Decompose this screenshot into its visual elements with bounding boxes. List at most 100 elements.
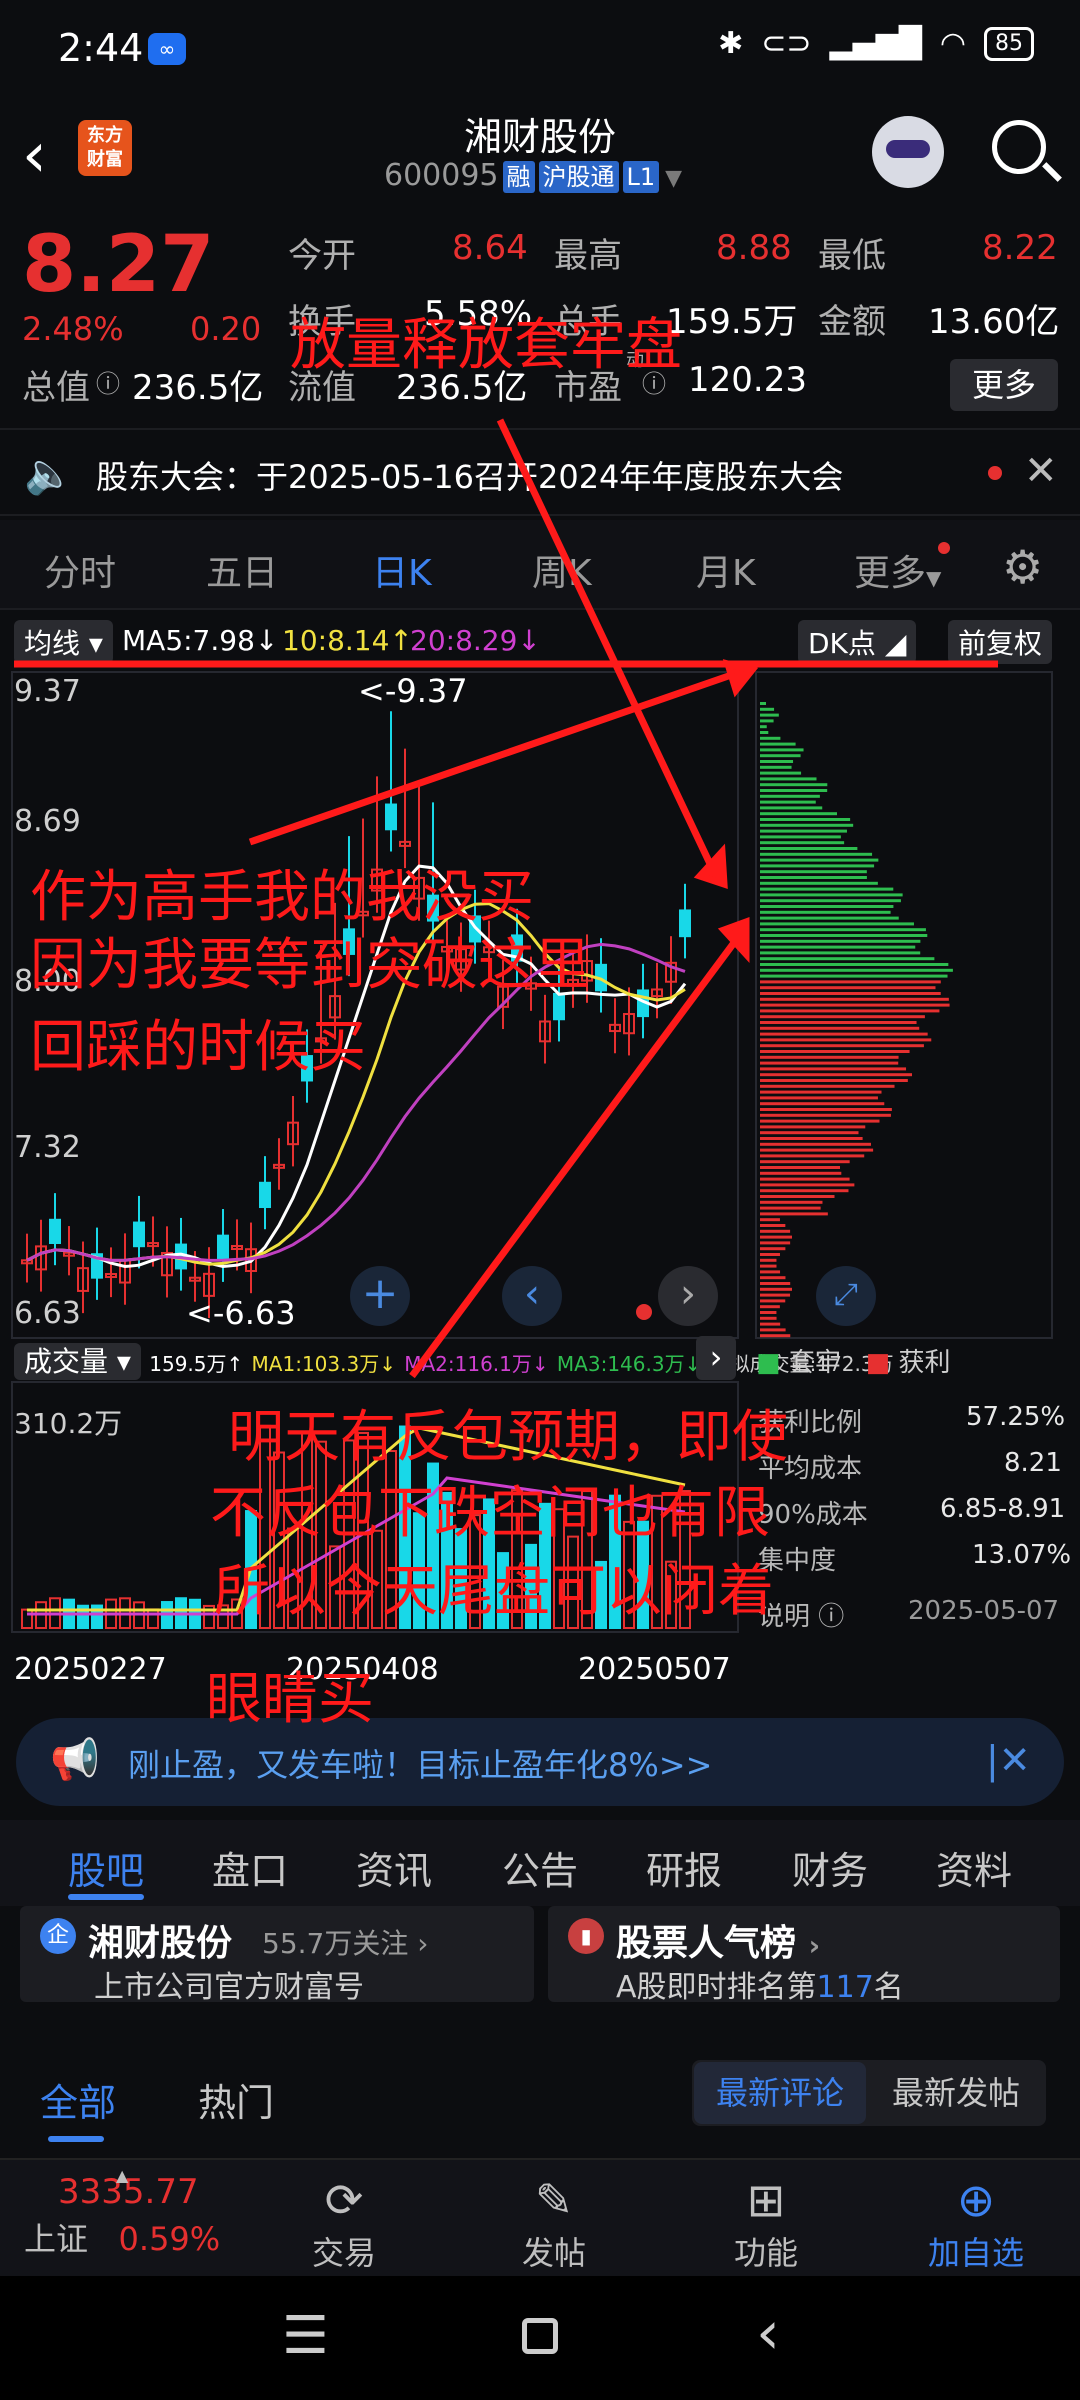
notice-bar[interactable]: 🔈 股东大会：于2025-05-16召开2024年年度股东大会 ✕ [0,428,1080,516]
index-ticker[interactable]: ▲ 3335.77 上证 0.59% [24,2166,220,2260]
chip-bar [760,1003,950,1007]
chip-bar [760,1125,866,1129]
chip-bar [760,1061,899,1065]
subtab-profile[interactable]: 资料 [936,1840,1012,1895]
nav-trade[interactable]: ⟳ 交易 [284,2172,404,2274]
menu-icon[interactable]: ☰ [282,2306,329,2366]
chip-bar [760,1287,792,1291]
chip-bar [760,1137,863,1140]
sort-latest-comment[interactable]: 最新评论 [694,2062,866,2124]
subtab-orderbook[interactable]: 盘口 [212,1840,288,1895]
sort-group: 最新评论 最新发帖 [692,2060,1046,2126]
nav-functions[interactable]: ⊞ 功能 [706,2172,826,2274]
expand-icon[interactable]: ⤢ [816,1266,876,1326]
adjust-button[interactable]: 前复权 [948,620,1053,664]
add-circle-icon: ⊕ [956,2173,996,2227]
tab-more[interactable]: 更多▼ [854,544,941,596]
chip-bar [760,1264,777,1268]
chip-bar [760,1044,924,1048]
chip-bar [760,968,953,972]
chip-bar [760,1102,885,1106]
chip-bar [760,980,941,984]
chip-bar [760,806,823,810]
chip-bar [760,1183,855,1187]
chip-bar [760,870,867,874]
vol-selector[interactable]: 成交量 ▾ [14,1343,141,1380]
official-account-card[interactable]: 企 湘财股份 55.7万关注 › 上市公司官方财富号 [20,1906,534,2005]
speaker-icon: 🔈 [24,451,74,497]
wifi-icon: ◠ [939,26,966,61]
scroll-left-icon[interactable]: ‹ [502,1266,562,1326]
banner-close-icon[interactable]: |✕ [986,1738,1031,1782]
subtab-finance[interactable]: 财务 [792,1840,868,1895]
filter-hot[interactable]: 热门 [198,2072,274,2127]
subtab-indicator [68,1894,144,1900]
chip-bar [760,1177,850,1181]
vol-ma1: MA1:103.3万↓ [251,1352,396,1376]
change-pct: 2.48% [22,310,124,348]
low-label: 最低 [818,236,886,276]
candle-body [385,803,397,831]
link-icon: ⊂⊃ [761,26,812,61]
chip-bar [760,1322,781,1326]
chip-bar [760,812,838,816]
tab-weekly-k[interactable]: 周K [532,544,592,596]
subtab-research[interactable]: 研报 [646,1840,722,1895]
chip-bar [760,800,816,804]
robot-assistant-icon[interactable] [872,116,944,188]
search-icon[interactable] [992,120,1046,174]
tab-daily-k[interactable]: 日K [372,544,432,596]
subtab-news[interactable]: 资讯 [356,1840,432,1895]
tab-monthly-k[interactable]: 月K [696,544,756,596]
annotation-2-line3: 回踩的时候买 [30,1015,366,1080]
chip-bar [760,1311,777,1314]
change-value: 0.20 [190,310,262,348]
chip-date: 2025-05-07 [908,1596,1060,1626]
pop-title: 股票人气榜 › [616,1923,821,1964]
chip-bar [760,1108,892,1111]
kline-svg[interactable] [0,662,1080,1710]
index-value: 3335.77 [58,2172,199,2212]
ma-selector[interactable]: 均线 ▾ [14,620,113,664]
zoom-in-icon[interactable]: + [350,1266,410,1326]
chip-bar [760,1160,850,1164]
chip-bar [760,974,948,978]
stat-90cost-value: 6.85-8.91 [940,1494,1066,1524]
chip-bar [760,748,804,752]
chip-bar [760,1282,791,1285]
chip-bar [760,1021,917,1024]
chip-bar [760,835,841,839]
home-icon[interactable] [522,2318,558,2354]
chip-bar [760,1247,786,1251]
chip-bar [760,963,949,966]
scroll-right-icon[interactable]: › [658,1266,718,1326]
notification-icon: ∞ [148,33,186,65]
filter-all[interactable]: 全部 [40,2072,116,2127]
chip-bar [760,713,779,717]
vol-next-icon[interactable]: › [696,1336,736,1380]
chip-bar [760,876,867,879]
nav-post[interactable]: ✎ 发帖 [494,2172,614,2274]
nav-add-watch[interactable]: ⊕ 加自选 [916,2172,1036,2274]
candle-body [133,1221,145,1248]
system-back-icon[interactable]: ‹ [756,2298,780,2368]
more-button[interactable]: 更多 [950,359,1058,411]
subtab-announce[interactable]: 公告 [502,1840,578,1895]
subtab-forum[interactable]: 股吧 [68,1840,144,1895]
tab-five-day[interactable]: 五日 [206,544,278,596]
sort-latest-post[interactable]: 最新发帖 [870,2062,1042,2124]
date-end: 20250507 [578,1652,731,1687]
dk-button[interactable]: DK点 ◢ [798,620,917,664]
popularity-card[interactable]: ▮ 股票人气榜 › A股即时排名第117名 [548,1906,1060,2005]
chip-bar [760,899,901,903]
tab-timeshare[interactable]: 分时 [44,544,116,596]
info-icon[interactable]: ⓘ [96,364,120,399]
settings-icon[interactable]: ⚙ [1002,540,1043,594]
chip-bar [760,1073,913,1077]
nav-add-watch-label: 加自选 [927,2234,1024,2272]
chip-bar [760,760,794,763]
stock-code-row[interactable]: 600095 融沪股通 L1 ▼ [384,158,682,193]
promo-banner[interactable]: 📢 刚止盈，又发车啦！目标止盈年化8%>> |✕ [16,1718,1064,1806]
close-icon[interactable]: ✕ [1024,448,1058,494]
chip-bar [760,1235,792,1239]
